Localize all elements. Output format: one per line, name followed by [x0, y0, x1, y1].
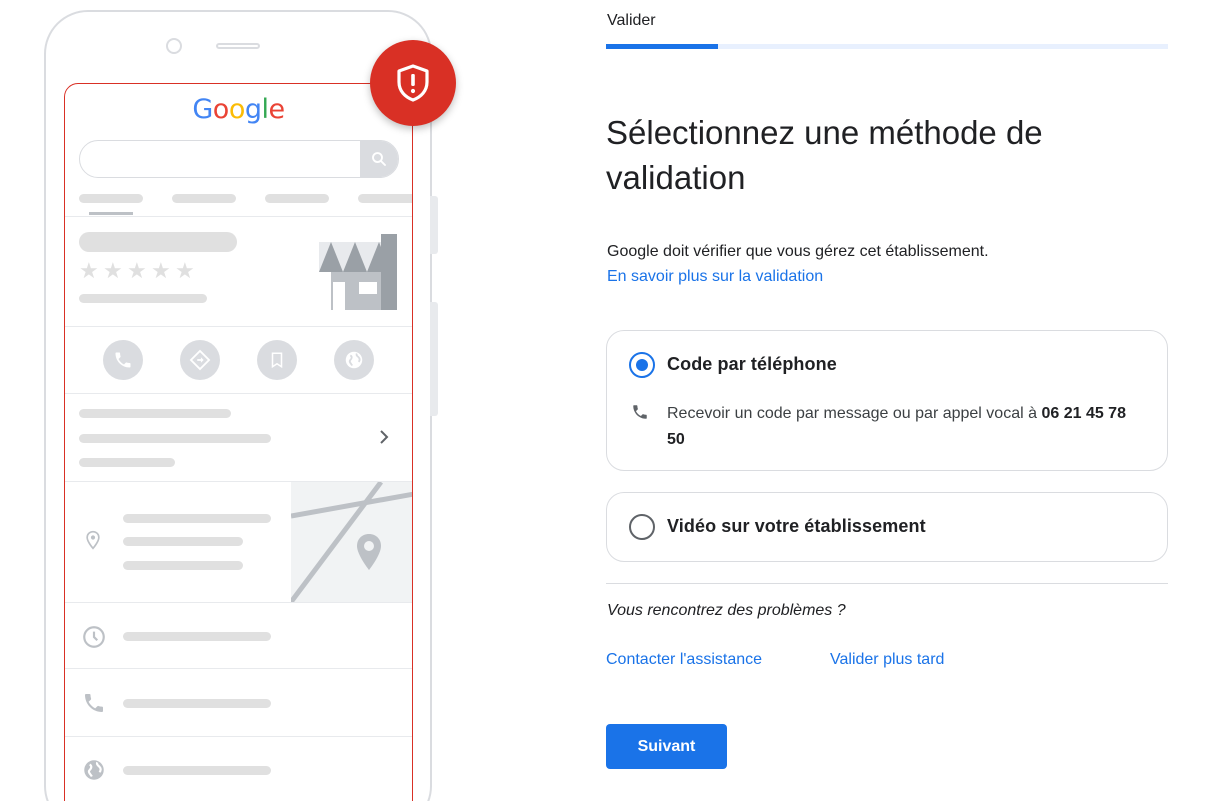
placeholder-bar [79, 434, 271, 443]
globe-icon [334, 340, 374, 380]
problems-text: Vous rencontrez des problèmes ? [607, 602, 846, 619]
star-icon: ★ [175, 258, 195, 283]
star-icon: ★ [151, 258, 171, 283]
placeholder-bar [79, 458, 175, 467]
search-icon [360, 141, 398, 177]
option-label: Vidéo sur votre établissement [667, 516, 926, 536]
chevron-right-icon [377, 429, 391, 450]
phone-screen-mockup: Google ★ ★ ★ ★ ★ [64, 83, 413, 801]
next-button[interactable]: Suivant [606, 724, 727, 769]
learn-more-link[interactable]: En savoir plus sur la validation [607, 268, 823, 286]
star-icon: ★ [79, 258, 99, 283]
divider [606, 583, 1168, 584]
clock-icon [81, 624, 107, 655]
phone-side-button [430, 302, 438, 416]
placeholder-bar [89, 212, 133, 215]
step-label: Valider [607, 12, 656, 29]
divider [65, 668, 412, 669]
placeholder-bar [358, 194, 412, 203]
placeholder-bar [172, 194, 236, 203]
option-label: Code par téléphone [667, 354, 837, 374]
divider [65, 393, 412, 394]
divider [65, 736, 412, 737]
placeholder-bar [265, 194, 329, 203]
placeholder-bar [79, 409, 231, 418]
placeholder-bar [79, 194, 143, 203]
phone-speaker [216, 43, 260, 49]
map-thumbnail [291, 482, 412, 602]
radio-phone-code[interactable] [629, 352, 655, 378]
mockup-search-box [79, 140, 399, 178]
globe-icon [81, 757, 107, 788]
contact-support-link[interactable]: Contacter l'assistance [606, 651, 762, 669]
phone-icon [82, 691, 106, 720]
bookmark-icon [257, 340, 297, 380]
phone-side-button [430, 196, 438, 254]
progress-bar-fill [606, 44, 718, 49]
divider [65, 216, 412, 217]
location-pin-icon [83, 528, 103, 557]
shield-alert-icon [370, 40, 456, 126]
placeholder-bar [123, 766, 271, 775]
option-detail: Recevoir un code par message ou par appe… [667, 401, 1147, 453]
placeholder-bar [123, 537, 243, 546]
google-logo: Google [192, 94, 285, 125]
storefront-icon [319, 234, 397, 315]
option-detail-text: Recevoir un code par message ou par appe… [667, 405, 1042, 422]
star-icon: ★ [127, 258, 147, 283]
option-video[interactable]: Vidéo sur votre établissement [606, 492, 1168, 562]
phone-icon [103, 340, 143, 380]
placeholder-bar [123, 561, 243, 570]
placeholder-bar [123, 632, 271, 641]
placeholder-bar [123, 699, 271, 708]
placeholder-bar [123, 514, 271, 523]
verify-later-link[interactable]: Valider plus tard [830, 651, 944, 669]
placeholder-bar [79, 232, 237, 252]
divider [65, 602, 412, 603]
star-icon: ★ [103, 258, 123, 283]
phone-camera [166, 38, 182, 54]
phone-icon [631, 403, 649, 426]
divider [65, 326, 412, 327]
placeholder-bar [79, 294, 207, 303]
page-title: Sélectionnez une méthode de validation [606, 114, 1043, 196]
option-phone-code[interactable]: Code par téléphone Recevoir un code par … [606, 330, 1168, 471]
radio-video[interactable] [629, 514, 655, 540]
description-text: Google doit vérifier que vous gérez cet … [607, 243, 989, 260]
directions-icon [180, 340, 220, 380]
